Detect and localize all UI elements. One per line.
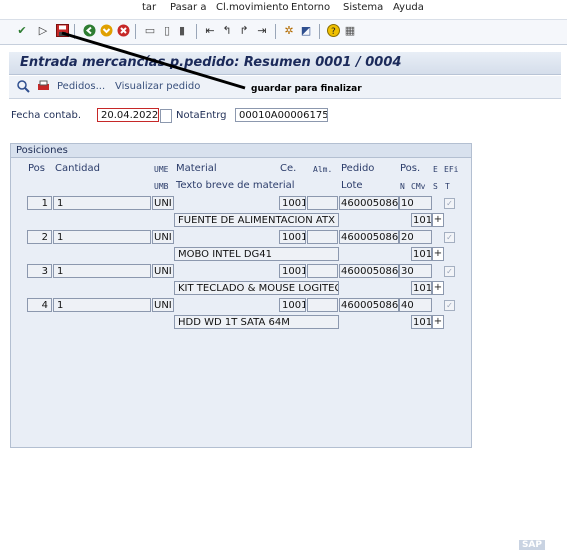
- row-plus-button[interactable]: +: [432, 281, 444, 295]
- header-ce: Ce.: [280, 163, 297, 174]
- row-ume[interactable]: UNI: [152, 264, 174, 278]
- row-centro[interactable]: 1001: [279, 298, 306, 312]
- header-ume: UME: [154, 165, 169, 174]
- row-ume[interactable]: UNI: [152, 196, 174, 210]
- header-texto-breve: Texto breve de material: [176, 180, 295, 191]
- nota-entrega-label: NotaEntrg: [176, 110, 227, 121]
- row-efi-checkbox[interactable]: ✓: [444, 266, 455, 277]
- row-pedido[interactable]: 4600050865: [339, 196, 399, 210]
- row-cmv[interactable]: 101: [411, 281, 432, 295]
- row-pos: 4: [27, 298, 52, 312]
- header-n: N: [400, 182, 405, 191]
- row-texto-breve: KIT TECLADO & MOUSE LOGITECH ...: [174, 281, 339, 295]
- row-ume[interactable]: UNI: [152, 230, 174, 244]
- row-centro[interactable]: 1001: [279, 230, 306, 244]
- header-pos-pedido: Pos.: [400, 163, 421, 174]
- sap-logo: SAP: [518, 540, 545, 550]
- row-pos: 3: [27, 264, 52, 278]
- row-pos-pedido[interactable]: 30: [399, 264, 432, 278]
- row-almacen[interactable]: [307, 298, 338, 312]
- header-umb: UMB: [154, 182, 169, 191]
- header-s: S: [433, 182, 438, 191]
- calendar-icon[interactable]: [160, 109, 172, 123]
- header-lote: Lote: [341, 180, 363, 191]
- header-alm: Alm.: [313, 165, 333, 174]
- row-plus-button[interactable]: +: [432, 247, 444, 261]
- row-almacen[interactable]: [307, 196, 338, 210]
- fecha-contab-field[interactable]: 20.04.2022: [97, 108, 159, 122]
- posiciones-title: Posiciones: [16, 145, 68, 156]
- row-cantidad[interactable]: 1: [53, 298, 151, 312]
- row-texto-breve: FUENTE DE ALIMENTACION ATX: [174, 213, 339, 227]
- row-pedido[interactable]: 4600050865: [339, 230, 399, 244]
- row-plus-button[interactable]: +: [432, 213, 444, 227]
- header-cmv: CMv: [411, 182, 426, 191]
- row-pos-pedido[interactable]: 10: [399, 196, 432, 210]
- row-efi-checkbox[interactable]: ✓: [444, 300, 455, 311]
- row-pedido[interactable]: 4600050865: [339, 298, 399, 312]
- row-plus-button[interactable]: +: [432, 315, 444, 329]
- row-texto-breve: HDD WD 1T SATA 64M: [174, 315, 339, 329]
- group-title-bar: Posiciones: [11, 144, 471, 158]
- row-cmv[interactable]: 101: [411, 315, 432, 329]
- row-almacen[interactable]: [307, 230, 338, 244]
- header-cantidad: Cantidad: [55, 163, 100, 174]
- row-ume[interactable]: UNI: [152, 298, 174, 312]
- row-cantidad[interactable]: 1: [53, 230, 151, 244]
- row-pos: 1: [27, 196, 52, 210]
- row-pos-pedido[interactable]: 40: [399, 298, 432, 312]
- nota-entrega-field[interactable]: 00010A00006175: [235, 108, 328, 122]
- row-cantidad[interactable]: 1: [53, 196, 151, 210]
- row-efi-checkbox[interactable]: ✓: [444, 198, 455, 209]
- row-cmv[interactable]: 101: [411, 247, 432, 261]
- row-texto-breve: MOBO INTEL DG41: [174, 247, 339, 261]
- row-centro[interactable]: 1001: [279, 264, 306, 278]
- row-centro[interactable]: 1001: [279, 196, 306, 210]
- header-material: Material: [176, 163, 217, 174]
- row-almacen[interactable]: [307, 264, 338, 278]
- annotation-text: guardar para finalizar: [251, 84, 362, 94]
- header-t: T: [445, 182, 450, 191]
- header-efi: EFi: [444, 165, 459, 174]
- row-cantidad[interactable]: 1: [53, 264, 151, 278]
- row-efi-checkbox[interactable]: ✓: [444, 232, 455, 243]
- fecha-contab-label: Fecha contab.: [11, 110, 82, 121]
- header-pedido: Pedido: [341, 163, 375, 174]
- row-pedido[interactable]: 4600050865: [339, 264, 399, 278]
- header-pos: Pos: [28, 163, 46, 174]
- row-pos-pedido[interactable]: 20: [399, 230, 432, 244]
- row-cmv[interactable]: 101: [411, 213, 432, 227]
- row-pos: 2: [27, 230, 52, 244]
- header-e: E: [433, 165, 438, 174]
